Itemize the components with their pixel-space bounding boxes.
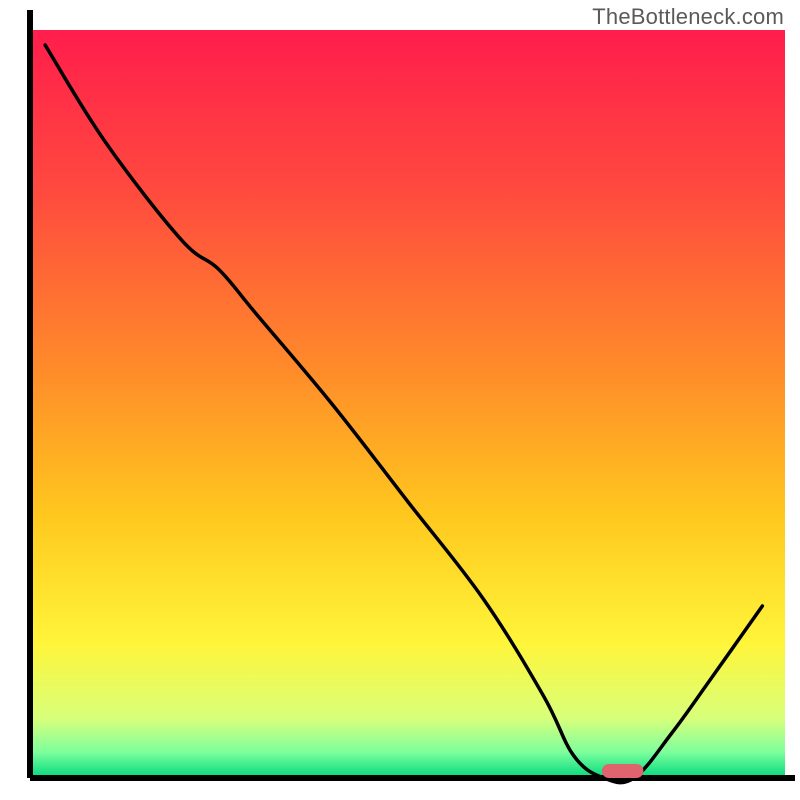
optimum-marker — [602, 764, 644, 778]
watermark-text: TheBottleneck.com — [592, 4, 784, 30]
chart-canvas: TheBottleneck.com — [0, 0, 800, 800]
chart-svg — [0, 0, 800, 800]
plot-background — [30, 30, 785, 778]
